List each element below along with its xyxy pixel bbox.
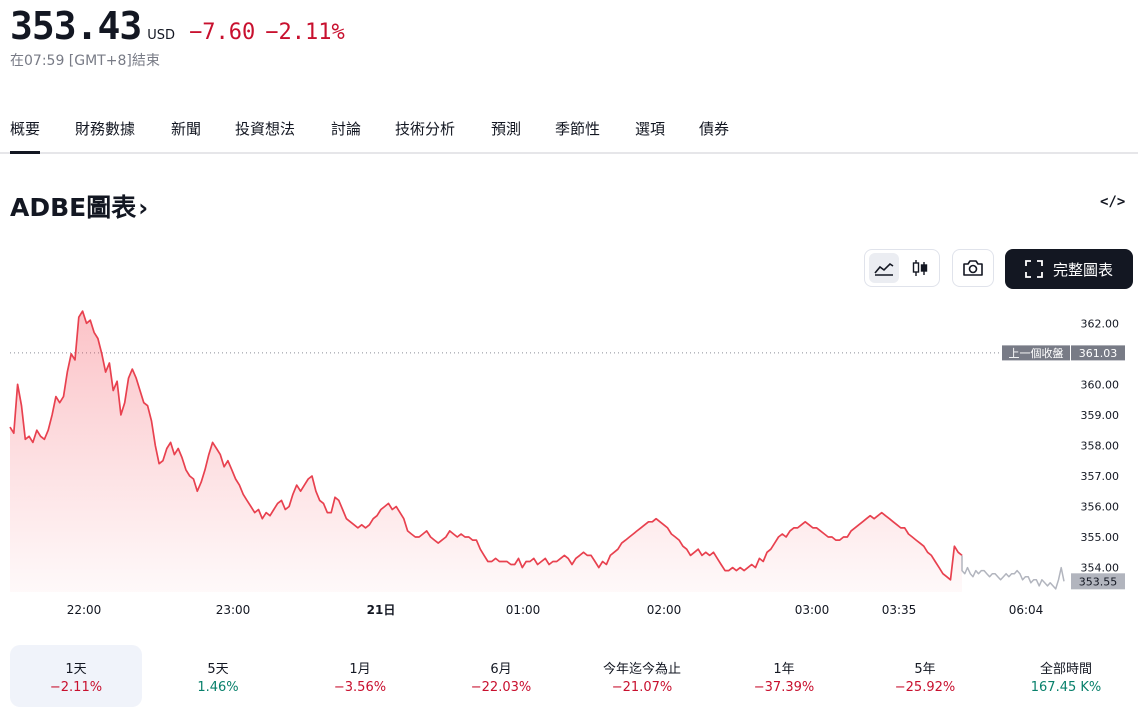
x-tick-label: 03:35 — [882, 603, 917, 617]
period-label: 5天 — [207, 662, 229, 677]
period-label: 今年迄今為止 — [602, 662, 681, 677]
tab-discussion[interactable]: 討論 — [331, 118, 361, 152]
period-1m[interactable]: 1月 −3.56% — [294, 645, 426, 707]
period-selector: 1天 −2.11% 5天 1.46% 1月 −3.56% 6月 −22.03% … — [10, 645, 1138, 707]
y-tick-label: 362.00 — [1081, 317, 1120, 330]
price-row: 353.43 USD −7.60 −2.11% — [10, 4, 345, 48]
section-tabs: 概要 財務數據 新聞 投資想法 討論 技術分析 預測 季節性 選項 債券 — [0, 110, 1138, 154]
period-6m[interactable]: 6月 −22.03% — [435, 645, 567, 707]
x-tick-label: 06:04 — [1009, 603, 1044, 617]
price-change: −7.60 — [189, 20, 256, 45]
period-label: 全部時間 — [1039, 662, 1092, 677]
period-change: 1.46% — [197, 680, 239, 695]
period-change: 167.45 K% — [1030, 680, 1102, 695]
full-chart-label: 完整圖表 — [1052, 260, 1113, 279]
chart-title-link[interactable]: ADBE圖表› — [10, 188, 148, 224]
x-tick-label: 02:00 — [647, 603, 682, 617]
tab-forecast[interactable]: 預測 — [491, 118, 521, 152]
tab-ideas[interactable]: 投資想法 — [235, 118, 295, 152]
currency-label: USD — [147, 28, 176, 43]
candlestick-icon — [912, 260, 928, 276]
previous-close-caption: 上一個收盤 — [1009, 346, 1064, 360]
x-tick-label: 22:00 — [67, 603, 102, 617]
tab-news[interactable]: 新聞 — [171, 118, 201, 152]
period-5y[interactable]: 5年 −25.92% — [859, 645, 991, 707]
y-tick-label: 358.00 — [1081, 439, 1120, 452]
period-label: 6月 — [490, 662, 512, 677]
period-change: −21.07% — [611, 680, 673, 695]
candles-chart-button[interactable] — [905, 253, 935, 283]
y-tick-label: 359.00 — [1081, 409, 1120, 422]
period-label: 5年 — [914, 662, 936, 677]
quote-header: 353.43 USD −7.60 −2.11% 在07:59 [GMT+8]結束 — [10, 4, 345, 70]
tab-technicals[interactable]: 技術分析 — [395, 118, 455, 152]
y-tick-label: 355.00 — [1081, 531, 1120, 544]
period-change: −37.39% — [753, 680, 815, 695]
period-label: 1月 — [349, 662, 371, 677]
period-label: 1年 — [773, 662, 795, 677]
period-change: −25.92% — [894, 680, 956, 695]
period-1y[interactable]: 1年 −37.39% — [718, 645, 850, 707]
period-change: −2.11% — [49, 680, 103, 695]
chevron-right-icon: › — [138, 194, 149, 222]
tab-bonds[interactable]: 債券 — [699, 118, 729, 152]
x-tick-label: 23:00 — [216, 603, 251, 617]
x-axis: 22:00 23:00 21日 01:00 02:00 03:00 03:35 06:04 — [67, 603, 1044, 617]
area-chart-button[interactable] — [869, 253, 899, 283]
tab-financials[interactable]: 財務數據 — [75, 118, 135, 152]
chart-title: ADBE圖表 — [10, 193, 137, 222]
period-5d[interactable]: 5天 1.46% — [152, 645, 284, 707]
y-tick-label: 354.00 — [1081, 562, 1120, 575]
period-label: 1天 — [65, 662, 87, 677]
full-chart-button[interactable]: 完整圖表 — [1005, 249, 1133, 289]
period-ytd[interactable]: 今年迄今為止 −21.07% — [576, 645, 708, 707]
camera-icon — [963, 260, 983, 276]
tab-seasonals[interactable]: 季節性 — [555, 118, 600, 152]
y-tick-label: 357.00 — [1081, 470, 1120, 483]
y-tick-label: 360.00 — [1081, 378, 1120, 391]
last-price: 353.43 — [10, 4, 142, 48]
last-price-tag: 353.55 — [1079, 575, 1118, 588]
period-change: −22.03% — [470, 680, 532, 695]
snapshot-button[interactable] — [952, 249, 994, 287]
price-chart[interactable]: 362.00361.00360.00359.00358.00357.00356.… — [0, 295, 1138, 625]
x-tick-label: 03:00 — [795, 603, 830, 617]
extended-hours-line — [961, 555, 1065, 590]
y-tick-label: 356.00 — [1081, 500, 1120, 513]
previous-close-label: 上一個收盤 361.03 — [1002, 345, 1125, 361]
area-chart-icon — [874, 262, 894, 276]
tab-options[interactable]: 選項 — [635, 118, 665, 152]
period-all[interactable]: 全部時間 167.45 K% — [1000, 645, 1132, 707]
x-tick-label: 01:00 — [506, 603, 541, 617]
last-price-label: 353.55 — [1071, 573, 1125, 590]
tab-overview[interactable]: 概要 — [10, 118, 41, 154]
price-change-percent: −2.11% — [265, 20, 345, 45]
period-change: −3.56% — [333, 680, 387, 695]
chart-style-toggle — [864, 249, 940, 287]
x-tick-label: 21日 — [367, 603, 396, 617]
period-1d[interactable]: 1天 −2.11% — [10, 645, 142, 707]
previous-close-value: 361.03 — [1079, 347, 1118, 360]
embed-code-button[interactable]: </> — [1100, 194, 1125, 210]
market-close-note: 在07:59 [GMT+8]結束 — [10, 53, 160, 69]
fullscreen-icon — [1025, 260, 1043, 278]
